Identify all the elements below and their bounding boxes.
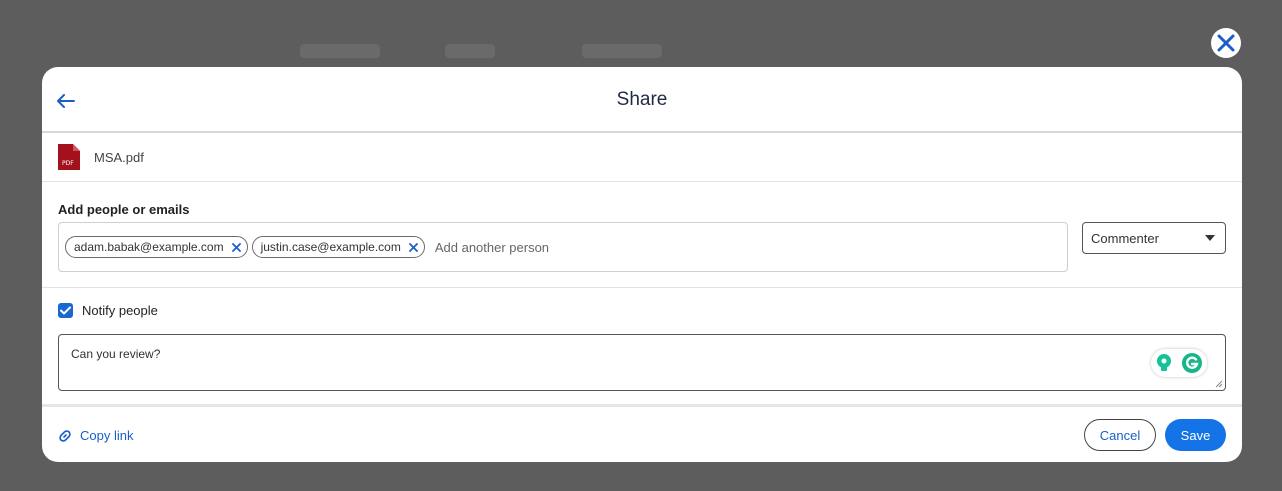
- pdf-file-icon: PDF: [58, 144, 80, 170]
- add-people-section: Add people or emails adam.babak@example.…: [42, 182, 1242, 288]
- link-icon: [59, 429, 71, 442]
- recipient-chip: adam.babak@example.com: [65, 236, 248, 258]
- grammarly-widget[interactable]: [1151, 349, 1207, 377]
- recipient-email: justin.case@example.com: [260, 240, 401, 254]
- notify-label: Notify people: [82, 303, 158, 318]
- resize-handle-icon[interactable]: [1215, 380, 1223, 388]
- dialog-footer: Copy link Cancel Save: [42, 404, 1242, 462]
- dialog-header: Share: [42, 67, 1242, 133]
- close-icon: [408, 242, 418, 252]
- notify-row: Notify people: [58, 303, 158, 318]
- caret-down-icon: [1205, 235, 1215, 241]
- people-input-box[interactable]: adam.babak@example.com justin.case@examp…: [58, 222, 1068, 272]
- close-icon: [1217, 34, 1235, 52]
- cancel-button[interactable]: Cancel: [1084, 419, 1156, 451]
- close-icon: [231, 242, 241, 252]
- file-name: MSA.pdf: [94, 149, 144, 165]
- role-selected-value: Commenter: [1091, 230, 1159, 246]
- share-dialog: Share PDF MSA.pdf Add people or emails a…: [42, 67, 1242, 462]
- remove-recipient-button[interactable]: [231, 242, 241, 252]
- role-dropdown[interactable]: Commenter: [1082, 222, 1226, 254]
- recipient-chip: justin.case@example.com: [251, 236, 425, 258]
- grammarly-icon: [1182, 353, 1202, 373]
- background-tab-placeholder: [582, 44, 662, 58]
- background-tab-placeholder: [445, 44, 495, 58]
- copy-link-button[interactable]: Copy link: [58, 428, 133, 443]
- checkmark-icon: [60, 306, 71, 315]
- file-row: PDF MSA.pdf: [42, 133, 1242, 182]
- save-button[interactable]: Save: [1165, 419, 1226, 451]
- remove-recipient-button[interactable]: [408, 242, 418, 252]
- message-text: Can you review?: [71, 347, 161, 361]
- close-dialog-button[interactable]: [1211, 28, 1241, 58]
- message-textarea[interactable]: Can you review?: [58, 334, 1226, 391]
- recipient-email: adam.babak@example.com: [74, 240, 224, 254]
- dialog-title: Share: [616, 89, 668, 110]
- notify-checkbox[interactable]: [58, 303, 73, 318]
- copy-link-label: Copy link: [80, 428, 134, 443]
- pdf-icon-label: PDF: [62, 160, 74, 167]
- lightbulb-icon: [1157, 354, 1171, 371]
- add-person-input[interactable]: [432, 238, 737, 256]
- add-people-label: Add people or emails: [58, 202, 190, 217]
- background-tab-placeholder: [300, 44, 380, 58]
